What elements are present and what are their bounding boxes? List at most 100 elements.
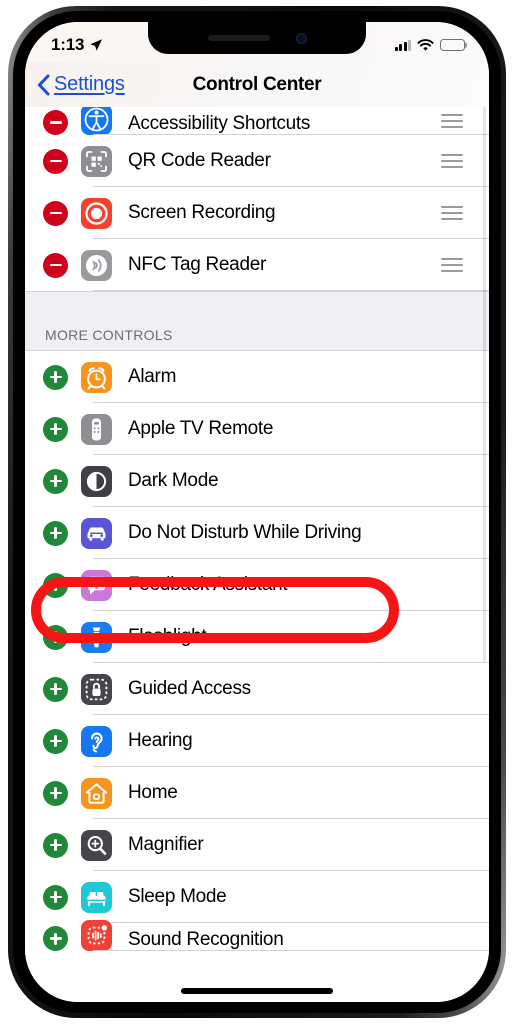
add-control-button[interactable] [43,624,68,650]
add-control-button[interactable] [43,780,68,806]
control-row-flashlight[interactable]: Flashlight [25,611,489,663]
add-control-button[interactable] [43,364,68,390]
remove-control-button[interactable] [43,148,68,174]
control-row-home[interactable]: Home [25,767,489,819]
plus-icon-v [54,787,57,799]
add-control-button[interactable] [43,832,68,858]
reorder-handle[interactable] [441,154,463,168]
more-controls-header: MORE CONTROLS [25,327,489,351]
control-row-label: Magnifier [128,834,204,855]
control-row-label: Screen Recording [128,202,276,223]
guided-access-lock-icon [81,673,112,705]
control-row-screen-recording[interactable]: Screen Recording [25,187,489,239]
more-controls-section: Alarm Apple TV Remote Dark Mode Do Not D… [25,351,489,951]
control-row-dark-mode[interactable]: Dark Mode [25,455,489,507]
minus-icon [49,121,62,124]
control-row-feedback-assistant[interactable]: Feedback Assistant [25,559,489,611]
plus-icon-v [54,683,57,695]
control-row-alarm[interactable]: Alarm [25,351,489,403]
control-row-label: Dark Mode [128,470,219,491]
phone-screen: 1:13 Settings Control Center Accessibili… [25,22,489,1002]
phone-frame: 1:13 Settings Control Center Accessibili… [8,6,506,1018]
plus-icon-v [54,932,57,945]
add-control-button[interactable] [43,676,68,702]
remove-control-button[interactable] [43,110,68,135]
reorder-handle[interactable] [441,206,463,220]
included-controls-section: Accessibility Shortcuts QR Code Reader S… [25,107,489,291]
battery-cap [465,42,468,48]
control-row-magnifier[interactable]: Magnifier [25,819,489,871]
battery-icon [440,39,468,51]
back-button-label: Settings [54,73,125,95]
control-row-nfc-tag-reader[interactable]: NFC Tag Reader [25,239,489,291]
control-row-label: Accessibility Shortcuts [128,113,311,134]
qr-code-icon [81,145,112,177]
remove-control-button[interactable] [43,200,68,226]
back-button-settings[interactable]: Settings [25,73,125,96]
hearing-ear-icon [81,725,112,757]
car-icon [81,517,112,549]
control-row-hearing[interactable]: Hearing [25,715,489,767]
control-row-label: Hearing [128,730,193,751]
plus-icon-v [54,579,57,591]
add-control-button[interactable] [43,468,68,494]
minus-icon [49,263,62,267]
navigation-bar: Settings Control Center [25,62,489,107]
home-house-icon [81,777,112,809]
location-arrow-icon [90,39,103,51]
control-row-sound-recognition[interactable]: Sound Recognition [25,920,489,951]
control-row-do-not-disturb-while-driving[interactable]: Do Not Disturb While Driving [25,507,489,559]
status-bar-left: 1:13 [51,35,103,55]
flashlight-icon [81,621,112,653]
control-row-guided-access[interactable]: Guided Access [25,663,489,715]
add-control-button[interactable] [43,728,68,754]
magnifier-icon [81,829,112,861]
phone-notch [148,22,366,54]
dark-mode-icon [81,465,112,497]
minus-icon [49,211,62,215]
controls-list[interactable]: Accessibility Shortcuts QR Code Reader S… [25,107,489,1002]
remove-control-button[interactable] [43,252,68,278]
chevron-left-icon [37,74,50,95]
control-row-label: Home [128,782,178,803]
control-row-label: Guided Access [128,678,251,699]
control-row-sleep-mode[interactable]: Sleep Mode [25,871,489,923]
control-row-label: Apple TV Remote [128,418,274,439]
speaker-grille [207,35,270,41]
tv-remote-icon [81,413,112,445]
scrollbar[interactable] [483,82,486,662]
accessibility-icon [81,107,112,135]
control-row-label: Do Not Disturb While Driving [128,522,362,543]
home-indicator[interactable] [181,988,333,994]
control-row-qr-code-reader[interactable]: QR Code Reader [25,135,489,187]
plus-icon-v [54,423,57,435]
control-row-label: Alarm [128,366,177,387]
plus-icon-v [54,839,57,851]
control-row-apple-tv-remote[interactable]: Apple TV Remote [25,403,489,455]
screen-recording-icon [81,197,112,229]
plus-icon-v [54,371,57,383]
add-control-button[interactable] [43,926,68,951]
sleep-bed-icon [81,881,112,913]
control-row-label: NFC Tag Reader [128,254,267,275]
status-bar-right [394,38,468,52]
plus-icon-v [54,631,57,643]
control-row-label: Sound Recognition [128,929,284,950]
add-control-button[interactable] [43,572,68,598]
front-camera-icon [295,32,307,44]
section-spacer [25,291,489,327]
control-row-label: Sleep Mode [128,886,227,907]
reorder-handle[interactable] [441,114,463,128]
cellular-signal-icon [394,39,411,51]
reorder-handle[interactable] [441,258,463,272]
add-control-button[interactable] [43,520,68,546]
plus-icon-v [54,735,57,747]
control-row-accessibility-shortcuts[interactable]: Accessibility Shortcuts [25,107,489,135]
control-row-label: QR Code Reader [128,150,271,171]
status-time: 1:13 [51,35,85,54]
control-row-label: Feedback Assistant [128,574,288,595]
add-control-button[interactable] [43,884,68,910]
plus-icon-v [54,527,57,539]
add-control-button[interactable] [43,416,68,442]
control-row-label: Flashlight [128,626,207,647]
